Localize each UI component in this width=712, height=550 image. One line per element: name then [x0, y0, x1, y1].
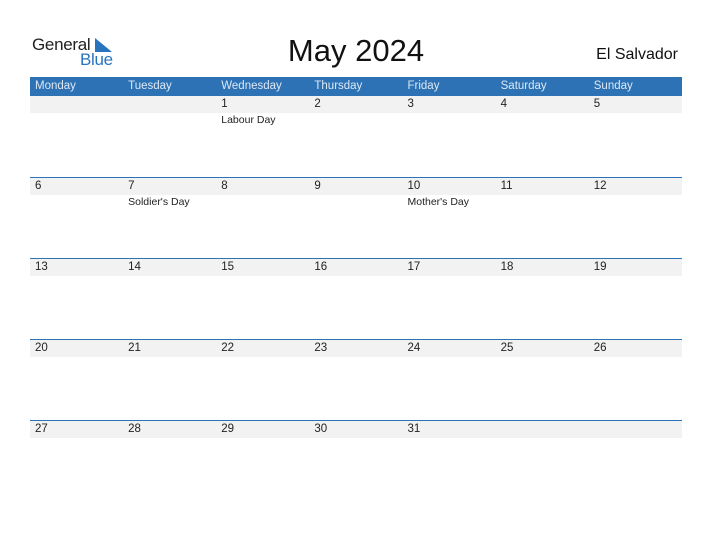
- day-number: 1: [221, 98, 228, 110]
- day-number: 2: [314, 98, 321, 110]
- day-cell: 27: [30, 421, 123, 502]
- day-cell: 1 Labour Day: [216, 96, 309, 177]
- day-number: 21: [128, 342, 141, 354]
- day-cell: 12: [589, 178, 682, 259]
- week-row: 20 21 22 23 24 25 26: [30, 339, 682, 421]
- weekday-saturday: Saturday: [500, 80, 547, 92]
- day-number: 3: [407, 98, 414, 110]
- week-row: 1 Labour Day 2 3 4 5: [30, 96, 682, 177]
- day-cell: 24: [403, 340, 496, 421]
- day-number: 19: [593, 261, 607, 273]
- day-number: 28: [128, 423, 141, 435]
- day-number: 26: [593, 342, 607, 354]
- weekday-thursday: Thursday: [314, 80, 363, 92]
- day-number: 24: [407, 342, 421, 354]
- day-cell: [496, 421, 589, 502]
- day-cell: 16: [309, 259, 402, 340]
- holiday-label: Soldier's Day: [128, 196, 190, 208]
- day-number: [594, 421, 682, 438]
- day-cell: 30: [309, 421, 402, 502]
- week-row: 6 7 Soldier's Day 8 9 10 Mother's Day 11 12: [30, 177, 682, 259]
- day-cell: 8: [216, 178, 309, 259]
- day-cell: 3: [403, 96, 496, 177]
- day-cell: [123, 96, 216, 177]
- day-cell: 5: [589, 96, 682, 177]
- day-number: 14: [128, 261, 141, 273]
- weekday-tuesday: Tuesday: [128, 80, 172, 92]
- day-cell: 13: [30, 259, 123, 340]
- day-cell: 29: [216, 421, 309, 502]
- day-cell: 19: [589, 259, 682, 340]
- day-cell: 2: [309, 96, 402, 177]
- weekday-wednesday: Wednesday: [221, 80, 282, 92]
- weekday-friday: Friday: [407, 80, 440, 92]
- day-number: 23: [314, 342, 328, 354]
- day-cell: 25: [496, 340, 589, 421]
- day-cell: 21: [123, 340, 216, 421]
- day-cell: 4: [496, 96, 589, 177]
- day-number: 29: [221, 423, 235, 435]
- day-number: 9: [314, 180, 321, 192]
- day-cell: 31: [403, 421, 496, 502]
- day-number: 25: [500, 342, 514, 354]
- day-number: 16: [314, 261, 328, 273]
- day-number: 17: [407, 261, 421, 273]
- country-label: El Salvador: [596, 46, 678, 63]
- day-cell: 9: [309, 178, 402, 259]
- day-cell: 15: [216, 259, 309, 340]
- day-number: 6: [35, 180, 42, 192]
- day-cell: 22: [216, 340, 309, 421]
- day-cell: 18: [496, 259, 589, 340]
- day-cell: 7 Soldier's Day: [123, 178, 216, 259]
- day-number: 4: [500, 98, 508, 110]
- weekday-monday: Monday: [35, 80, 76, 92]
- day-number: 11: [500, 180, 513, 192]
- day-number: 5: [593, 98, 601, 110]
- day-number: 30: [314, 423, 328, 435]
- day-cell: 11: [496, 178, 589, 259]
- day-cell: 23: [309, 340, 402, 421]
- day-cell: 17: [403, 259, 496, 340]
- day-cell: 6: [30, 178, 123, 259]
- day-cell: 20: [30, 340, 123, 421]
- day-cell: 28: [123, 421, 216, 502]
- week-row: 27 28 29 30 31: [30, 420, 682, 502]
- day-cell: [589, 421, 682, 502]
- weekday-header: Monday Tuesday Wednesday Thursday Friday…: [30, 77, 682, 96]
- holiday-label: Labour Day: [221, 114, 276, 126]
- day-number: 7: [128, 180, 135, 192]
- weekday-sunday: Sunday: [593, 80, 633, 92]
- day-cell: 14: [123, 259, 216, 340]
- day-number: 27: [35, 423, 48, 435]
- day-number: 15: [221, 261, 235, 273]
- day-number: 31: [407, 423, 421, 435]
- day-cell: 26: [589, 340, 682, 421]
- day-number: 8: [221, 180, 228, 192]
- day-number: 10: [407, 180, 421, 192]
- day-cell: [30, 96, 123, 177]
- holiday-label: Mother's Day: [407, 196, 470, 208]
- day-number: 13: [35, 261, 48, 273]
- day-number: [501, 421, 589, 438]
- day-number: [128, 96, 216, 113]
- day-number: 18: [500, 261, 514, 273]
- week-row: 13 14 15 16 17 18 19: [30, 258, 682, 340]
- day-number: [35, 96, 123, 113]
- day-number: 12: [593, 180, 607, 192]
- day-number: 20: [35, 342, 48, 354]
- day-number: 22: [221, 342, 235, 354]
- day-cell: 10 Mother's Day: [403, 178, 496, 259]
